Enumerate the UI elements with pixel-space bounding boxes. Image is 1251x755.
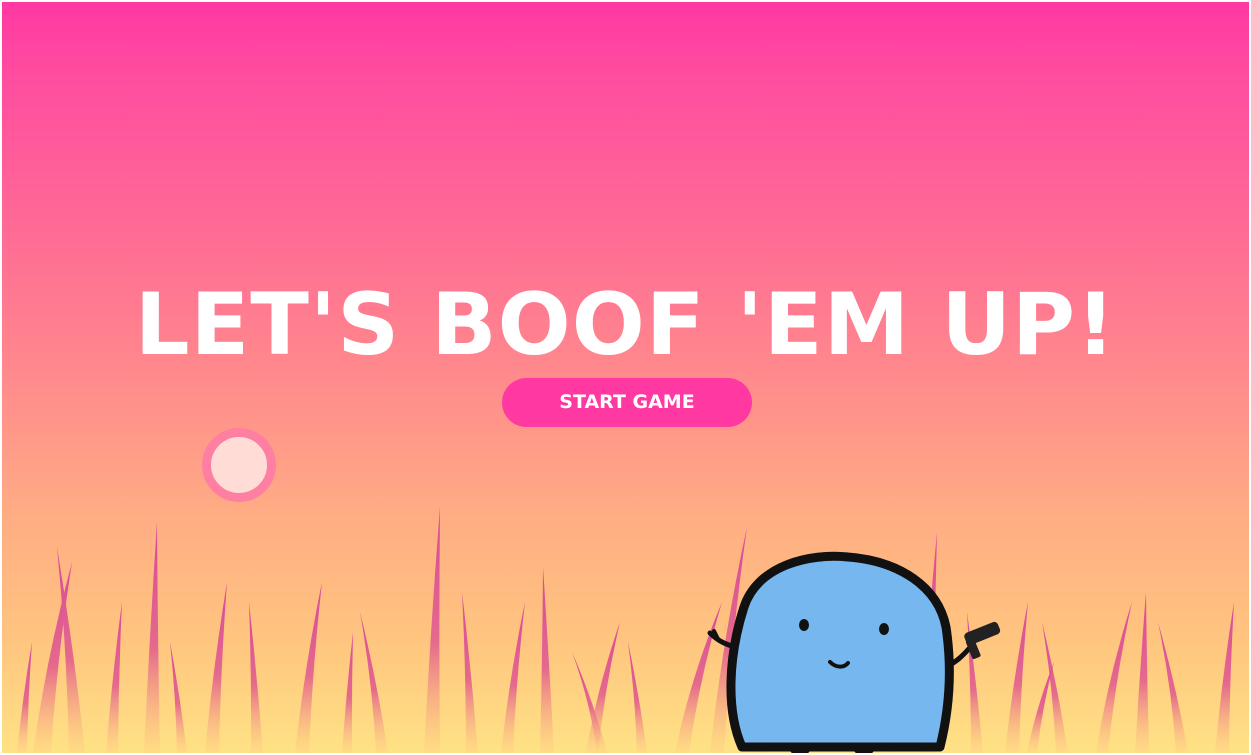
- grass-blade: [249, 602, 263, 753]
- grass-blade: [1135, 592, 1149, 753]
- grass-blade: [1158, 622, 1188, 753]
- grass-blade: [1027, 662, 1054, 753]
- grass-blade: [57, 547, 85, 753]
- dart-gun-icon: [964, 621, 1001, 660]
- game-screen: LET'S BOOF 'EM UP! START GAME: [2, 2, 1249, 753]
- grass-blade: [144, 522, 160, 753]
- grass-blade: [1215, 602, 1234, 753]
- blob-character-icon: [707, 551, 1001, 753]
- grass-blade: [424, 507, 440, 753]
- grass-blade: [501, 602, 525, 753]
- grass-blade: [17, 642, 32, 753]
- target-icon[interactable]: [202, 428, 276, 502]
- grass-blade: [540, 567, 554, 753]
- grass-blade: [1096, 602, 1132, 753]
- grass-blade: [342, 632, 353, 753]
- grass-blade: [462, 592, 478, 753]
- grass-blade: [205, 582, 227, 753]
- grass-blade: [628, 642, 647, 753]
- grass-blade: [170, 642, 187, 753]
- grass-blade: [295, 582, 322, 753]
- grass-blade: [586, 622, 620, 753]
- grass-blade: [360, 612, 388, 753]
- start-game-button[interactable]: START GAME: [502, 378, 752, 427]
- game-title: LET'S BOOF 'EM UP!: [134, 275, 1117, 375]
- grass-blade: [106, 602, 122, 753]
